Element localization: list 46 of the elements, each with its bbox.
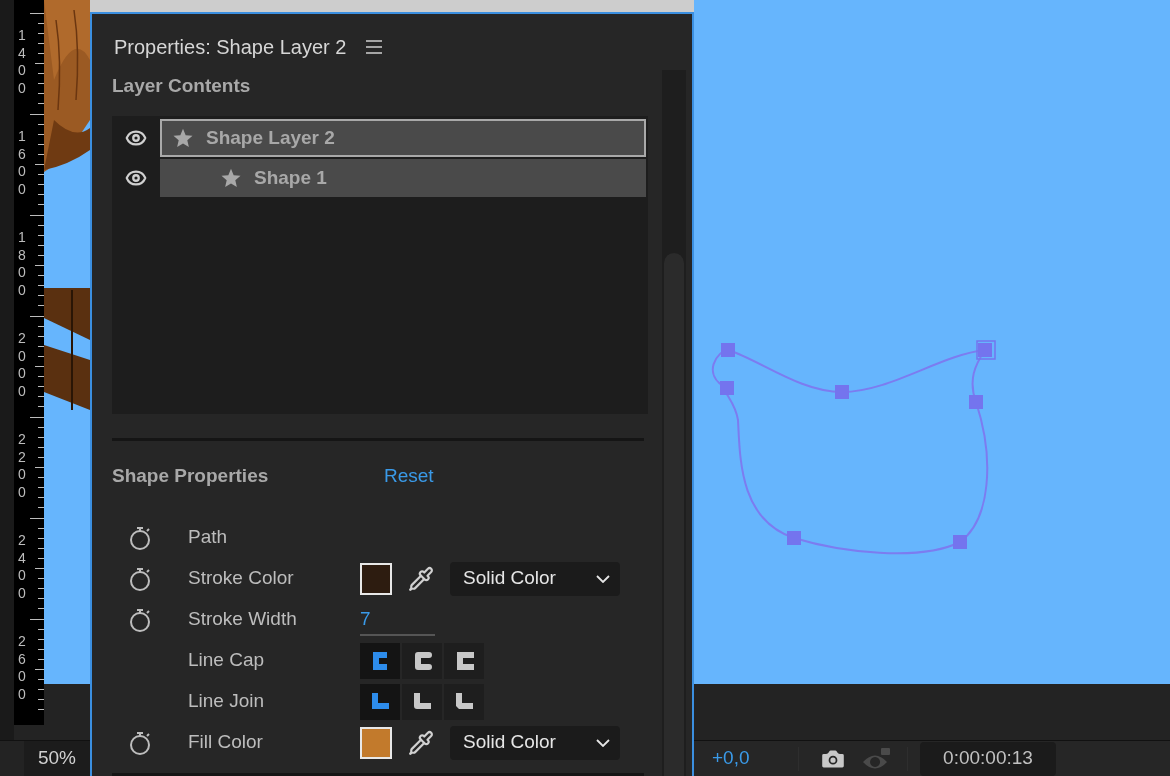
star-icon — [220, 167, 242, 189]
property-label: Stroke Width — [188, 607, 298, 632]
segment-button[interactable] — [360, 642, 400, 679]
ruler-label: 2200 — [17, 430, 27, 502]
property-label: Path — [188, 525, 229, 550]
ruler-label: 1600 — [17, 127, 27, 199]
timecode-display[interactable]: 0:00:00:13 — [920, 741, 1056, 776]
property-label: Stroke Color — [188, 566, 295, 591]
fill-type-dropdown[interactable]: Solid Color — [450, 725, 620, 760]
ruler-label: 2000 — [17, 329, 27, 401]
segment-button[interactable] — [444, 683, 484, 720]
segment-button[interactable] — [402, 642, 442, 679]
zoom-field[interactable]: 50% — [24, 741, 90, 776]
property-label: Line Cap — [188, 648, 266, 673]
star-icon — [172, 127, 194, 149]
panel-title: Properties: Shape Layer 2 — [114, 35, 347, 60]
stopwatch-icon[interactable] — [128, 606, 152, 633]
eyedropper-icon[interactable] — [408, 565, 434, 592]
ruler-label: 1800 — [17, 228, 27, 300]
reset-link[interactable]: Reset — [384, 461, 434, 491]
stroke-width-value[interactable]: 7 — [360, 603, 435, 636]
layer-row[interactable]: Shape Layer 2 — [160, 119, 646, 157]
color-swatch[interactable] — [360, 726, 392, 759]
section-title: Shape Properties — [112, 463, 270, 488]
stopwatch-icon[interactable] — [128, 729, 152, 756]
section-title: Layer Contents — [112, 74, 252, 98]
stopwatch-icon[interactable] — [128, 565, 152, 592]
ruler-label: 1400 — [17, 26, 27, 98]
chevron-down-icon — [596, 574, 610, 583]
layer-name: Shape Layer 2 — [206, 125, 335, 150]
segment-button[interactable] — [360, 683, 400, 720]
segment-button[interactable] — [402, 683, 442, 720]
chevron-down-icon — [596, 738, 610, 747]
menu-icon[interactable] — [366, 40, 383, 54]
layer-row[interactable]: Shape 1 — [160, 159, 646, 197]
property-label: Line Join — [188, 689, 266, 714]
color-swatch[interactable] — [360, 562, 392, 595]
ruler-label: 2400 — [17, 531, 27, 603]
segment-button[interactable] — [444, 642, 484, 679]
ruler-label: 2600 — [17, 632, 27, 704]
eyedropper-icon[interactable] — [408, 729, 434, 756]
property-label: Fill Color — [188, 730, 264, 755]
exposure-value[interactable]: +0,0 — [712, 744, 798, 773]
stopwatch-icon[interactable] — [128, 524, 152, 551]
fill-type-dropdown[interactable]: Solid Color — [450, 561, 620, 596]
layer-name: Shape 1 — [254, 165, 327, 190]
